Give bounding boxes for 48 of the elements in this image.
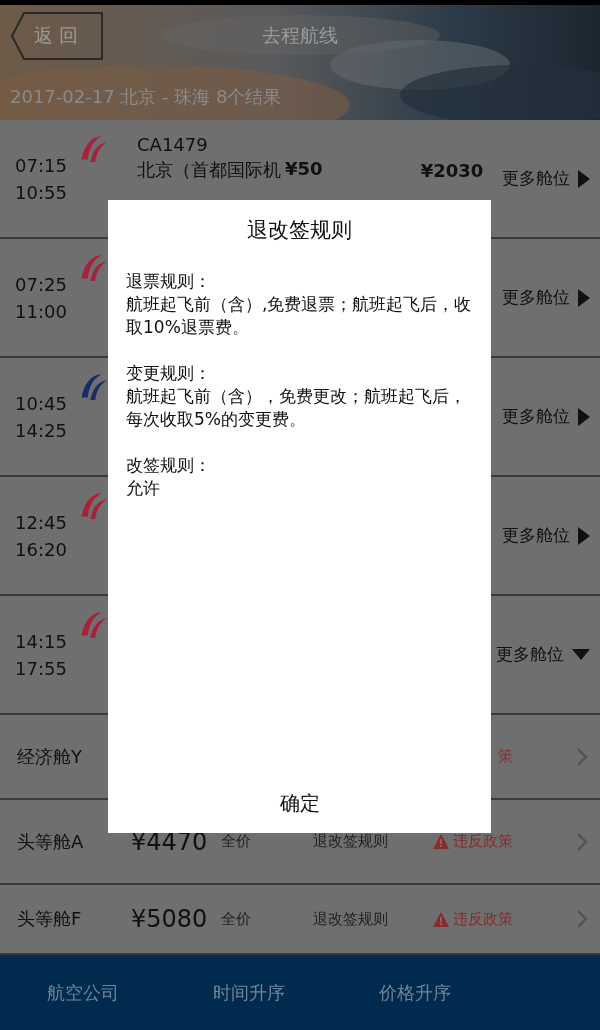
route-text: 北京（首都国际机 [137,158,281,182]
search-summary: 2017-02-17 北京 - 珠海 8个结果 [9,85,283,109]
cabin-name: 头等舱F [17,907,83,931]
price-text: ¥2030 [420,160,484,181]
warning-icon [433,834,449,849]
departure-time: 14:15 [15,630,68,652]
departure-time: 07:15 [15,154,68,176]
more-cabins-button[interactable]: 更多舱位 [496,643,600,666]
arrival-time: 17:55 [15,657,68,679]
departure-time: 12:45 [15,511,68,533]
fare-type: 全价 [221,909,252,929]
chevron-right-icon [576,746,588,767]
chevron-right-icon [576,831,588,852]
flight-number: CA1479 [137,134,209,155]
rule-heading: 退票规则： [126,270,212,293]
rule-heading: 改签规则： [126,454,212,477]
lowest-price: ¥50 [285,158,323,181]
policy-warning: 策 [498,747,513,766]
more-cabins-button[interactable]: 更多舱位 [502,167,600,190]
arrival-time: 14:25 [15,419,68,441]
departure-time: 10:45 [15,392,68,414]
departure-time: 07:25 [15,273,68,295]
cabin-name: 头等舱A [17,829,85,854]
policy-warning: 违反政策 [453,909,513,929]
dialog-title: 退改签规则 [246,217,353,244]
page-title: 去程航线 [261,23,339,48]
back-button[interactable]: 返 回 [10,11,104,61]
sort-tab[interactable]: 航空公司 [0,955,166,1030]
warning-icon [433,911,449,927]
rule-text: 航班起飞前（含），免费更改；航班起飞后，每次收取5%的变更费。 [126,385,467,431]
rule-heading: 变更规则： [126,362,212,385]
chevron-right-icon [576,909,588,929]
more-cabins-button[interactable]: 更多舱位 [502,405,600,428]
sort-tab[interactable]: 价格升序 [332,955,498,1030]
rule-text: 航班起飞前（含）,免费退票；航班起飞后，收取10%退票费。 [126,293,473,339]
rules-link[interactable]: 退改签规则 [313,832,431,851]
sort-tab[interactable]: 时间升序 [166,955,332,1030]
arrival-time: 16:20 [15,538,68,560]
arrival-time: 10:55 [15,181,68,203]
cabin-name: 经济舱Y [17,744,83,769]
more-cabins-button[interactable]: 更多舱位 [502,286,600,309]
rules-link[interactable]: 退改签规则 [313,909,431,929]
policy-warning: 违反政策 [453,832,513,851]
rule-text: 允许 [126,477,161,500]
cabin-price: ¥5080 [131,905,209,933]
arrival-time: 11:00 [15,300,68,322]
fare-type: 全价 [221,832,252,851]
more-cabins-button[interactable]: 更多舱位 [502,524,600,547]
